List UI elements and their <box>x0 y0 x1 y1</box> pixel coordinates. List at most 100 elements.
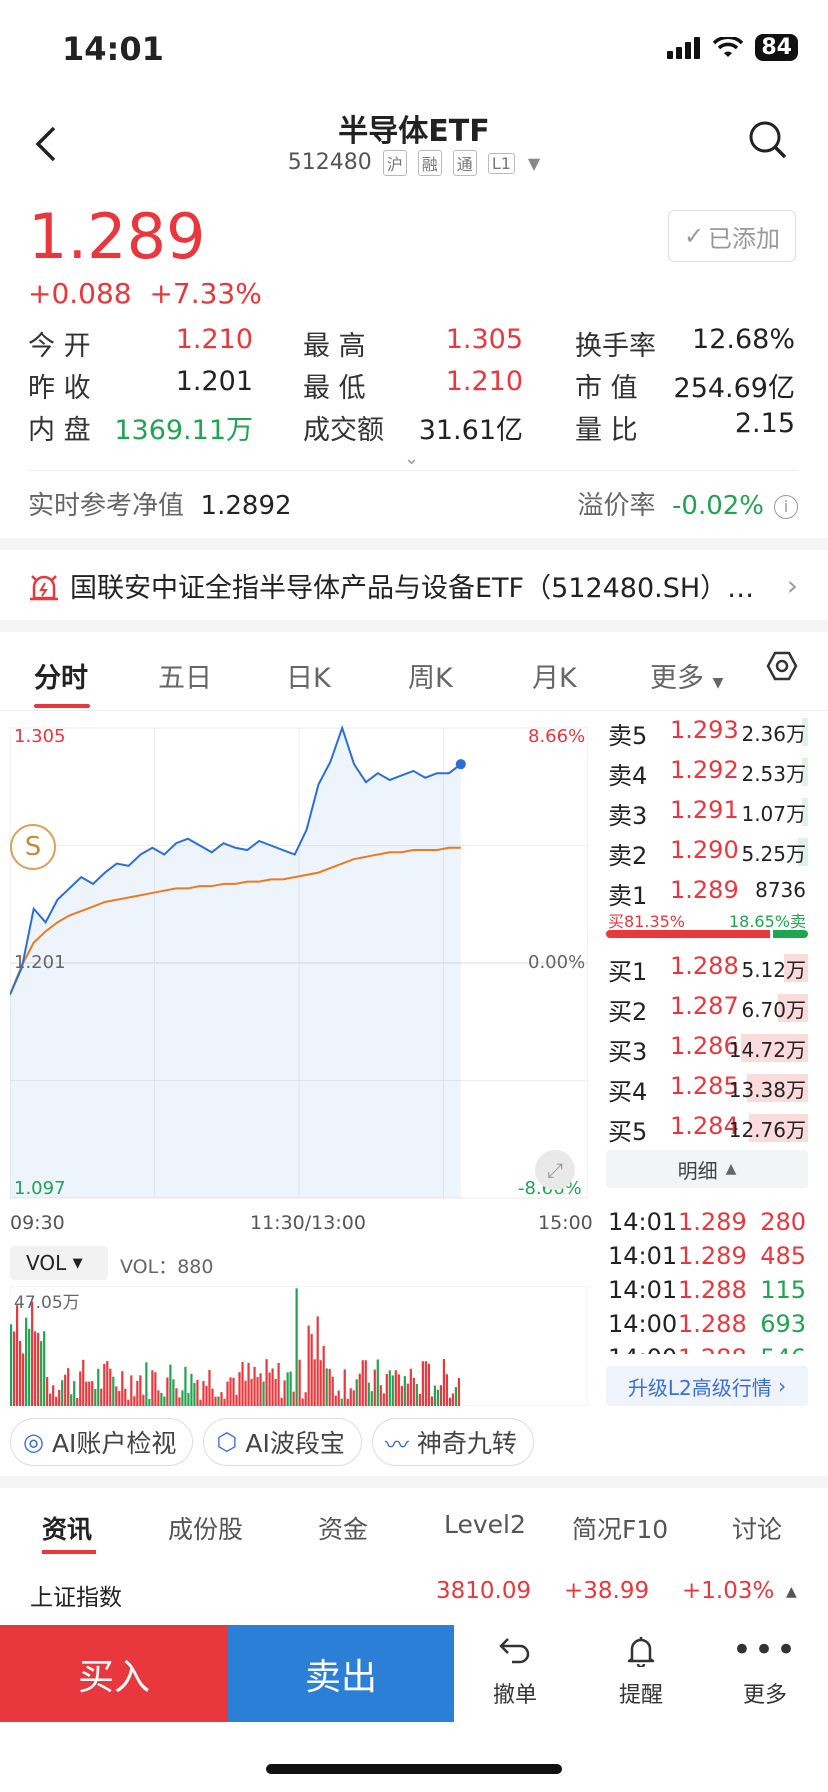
tab-level2[interactable]: Level2 <box>444 1510 526 1539</box>
stat-label: 换手率 <box>575 330 656 362</box>
tab-f10[interactable]: 简况F10 <box>572 1510 668 1546</box>
undo-icon <box>460 1635 570 1677</box>
tab-weekly-k[interactable]: 周K <box>408 656 453 695</box>
volume-bar <box>430 1396 433 1406</box>
stat-high: 最 高 1.305 <box>303 324 523 363</box>
volume-bar <box>223 1398 226 1406</box>
bell-icon <box>586 1635 696 1677</box>
volume-bar <box>130 1375 133 1406</box>
volume-bar <box>148 1398 151 1406</box>
volume-bar <box>319 1360 322 1406</box>
ask-row[interactable]: 卖4 1.292 2.53万 <box>606 754 808 790</box>
level-volume: 13.38万 <box>728 1078 806 1102</box>
tab-intraday[interactable]: 分时 <box>34 656 88 695</box>
intraday-chart[interactable] <box>10 718 588 1208</box>
status-icons: 84 <box>667 34 798 61</box>
trade-time: 14:01 <box>608 1208 678 1236</box>
ai-wave-icon: ⬡ <box>216 1428 238 1456</box>
tab-daily-k[interactable]: 日K <box>286 656 331 695</box>
stock-code-row[interactable]: 512480 沪 融 通 L1 ▼ <box>0 150 828 176</box>
ask-row[interactable]: 卖1 1.289 8736 <box>606 874 808 910</box>
level-volume: 5.12万 <box>741 958 806 982</box>
buy-button[interactable]: 买入 <box>0 1625 228 1722</box>
bid-row[interactable]: 买4 1.285 13.38万 <box>606 1070 808 1106</box>
index-ticker[interactable]: 上证指数 3810.09 +38.99 +1.03% ▲ <box>30 1578 800 1618</box>
more-button[interactable]: ••• 更多 <box>710 1633 820 1709</box>
last-price-dot <box>455 759 466 770</box>
ask-row[interactable]: 卖3 1.291 1.07万 <box>606 794 808 830</box>
info-icon[interactable]: i <box>774 494 798 519</box>
level-label: 买3 <box>608 1038 648 1066</box>
volume-bar <box>340 1398 343 1406</box>
ask-row[interactable]: 卖2 1.290 5.25万 <box>606 834 808 870</box>
ai-account-review-button[interactable]: ◎ AI账户检视 <box>10 1418 194 1466</box>
ratio-bar <box>606 930 808 938</box>
strategy-s-badge[interactable]: S <box>10 824 56 870</box>
volume-bar <box>256 1377 259 1406</box>
bid-row[interactable]: 买1 1.288 5.12万 <box>606 950 808 986</box>
trade-ticks[interactable]: 14:01 1.289 280 14:01 1.289 485 14:01 1.288 115 1… <box>0 1198 828 1354</box>
volume-bar <box>103 1363 106 1406</box>
volume-bar <box>208 1369 211 1406</box>
volume-bar <box>301 1398 304 1406</box>
volume-bar <box>175 1388 178 1406</box>
stat-value: 1369.11万 <box>114 414 253 446</box>
settings-icon[interactable] <box>766 650 798 689</box>
tab-monthly-k[interactable]: 月K <box>532 656 577 695</box>
volume-bar <box>241 1361 244 1406</box>
tab-discussion[interactable]: 讨论 <box>732 1510 782 1546</box>
tag-level: L1 <box>487 152 515 174</box>
tab-funds[interactable]: 资金 <box>318 1510 368 1546</box>
sell-button[interactable]: 卖出 <box>228 1625 454 1722</box>
ai-tools: ◎ AI账户检视 ⬡ AI波段宝 〰神奇九转 <box>10 1418 534 1466</box>
magic-nine-button[interactable]: 〰神奇九转 <box>371 1418 534 1466</box>
expand-chevron-icon[interactable]: ⌄ <box>404 448 419 469</box>
tab-constituents[interactable]: 成份股 <box>168 1510 243 1546</box>
cancel-order-button[interactable]: 撤单 <box>460 1635 570 1709</box>
volume-bar <box>385 1373 388 1406</box>
pct-mid-label: 0.00% <box>528 952 586 973</box>
volume-bar <box>349 1388 352 1406</box>
index-name: 上证指数 <box>30 1585 122 1611</box>
volume-bar <box>439 1385 443 1406</box>
volume-bar <box>49 1393 52 1406</box>
volume-bar <box>370 1391 373 1406</box>
nav-label: 实时参考净值 <box>28 491 185 521</box>
notice-row[interactable]: 国联安中证全指半导体产品与设备ETF（512480.SH）… › <box>28 566 798 605</box>
search-icon[interactable] <box>748 120 788 160</box>
trade-qty: 693 <box>760 1310 806 1338</box>
volume-bar <box>106 1361 109 1406</box>
pct-top-label: 8.66% <box>528 726 586 747</box>
volume-bar <box>115 1386 118 1406</box>
alert-button[interactable]: 提醒 <box>586 1635 696 1709</box>
ask-row[interactable]: 卖5 1.293 2.36万 <box>606 714 808 750</box>
volume-bar <box>364 1360 367 1406</box>
volume-bar <box>253 1366 256 1406</box>
bid-row[interactable]: 买5 1.284 12.76万 <box>606 1110 808 1146</box>
upgrade-l2-button[interactable]: 升级L2高级行情 › <box>606 1366 808 1406</box>
volume-bar <box>202 1381 205 1406</box>
tab-more[interactable]: 更多 ▼ <box>650 656 723 695</box>
caret-down-icon: ▼ <box>712 675 724 691</box>
detail-toggle-button[interactable]: 明细 ▲ <box>606 1150 808 1188</box>
bid-row[interactable]: 买3 1.286 14.72万 <box>606 1030 808 1066</box>
volume-bar <box>67 1368 70 1406</box>
fullscreen-icon[interactable]: ⤢ <box>535 1150 575 1190</box>
level-label: 卖5 <box>608 722 648 750</box>
volume-bar <box>334 1395 337 1406</box>
chevron-right-icon: › <box>778 1374 787 1398</box>
volume-bar <box>151 1370 154 1406</box>
volume-bar <box>274 1378 277 1406</box>
stat-label: 量 比 <box>575 414 638 446</box>
tab-five-day[interactable]: 五日 <box>158 656 212 695</box>
added-watchlist-button[interactable]: ✓ 已添加 <box>668 210 796 262</box>
tab-news[interactable]: 资讯 <box>42 1510 92 1546</box>
volume-bar <box>184 1366 187 1406</box>
volume-bar <box>433 1385 436 1406</box>
volume-bar <box>97 1368 100 1406</box>
level-label: 买5 <box>608 1118 648 1146</box>
level-label: 买2 <box>608 998 648 1026</box>
volume-bar <box>454 1387 458 1406</box>
bid-row[interactable]: 买2 1.287 6.70万 <box>606 990 808 1026</box>
ai-wave-button[interactable]: ⬡ AI波段宝 <box>203 1418 362 1466</box>
